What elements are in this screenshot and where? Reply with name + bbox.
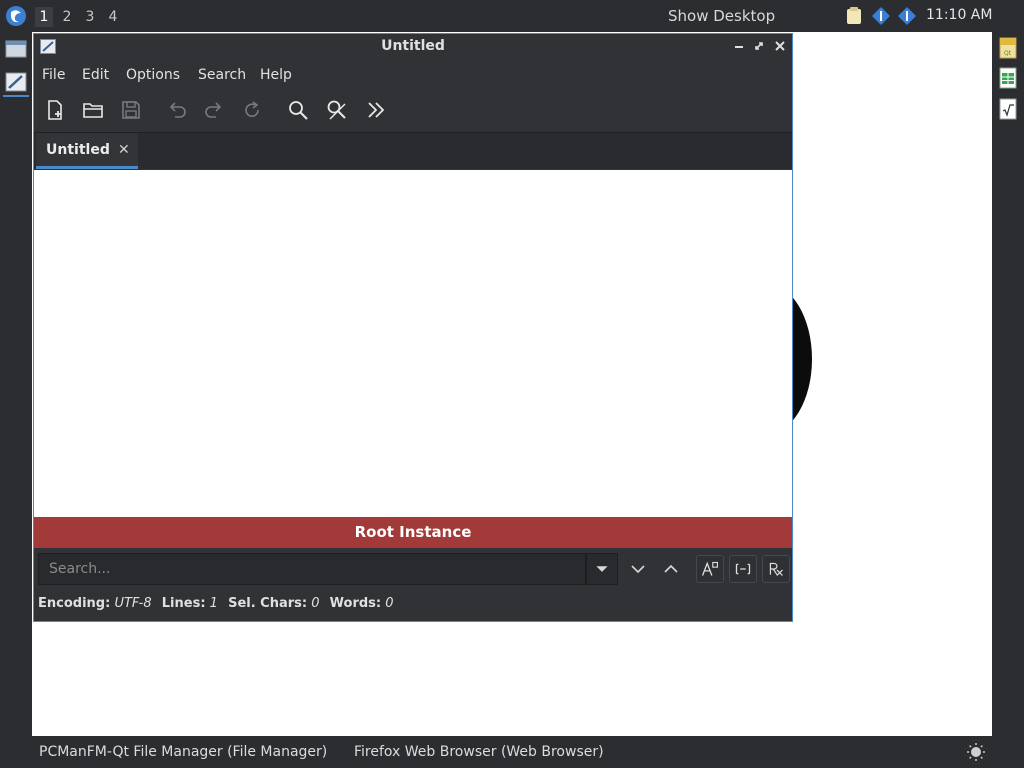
whole-word-icon[interactable] <box>729 555 757 583</box>
menu-edit[interactable]: Edit <box>82 67 109 83</box>
editor-window: Untitled File Edit Options Search Help U… <box>33 33 793 622</box>
save-icon[interactable] <box>120 99 142 121</box>
workspace-3-button[interactable]: 3 <box>81 7 99 27</box>
words-label: Words: <box>329 596 382 611</box>
clipboard-icon[interactable] <box>844 6 864 26</box>
sel-chars-value: 0 <box>311 596 320 611</box>
lines-value: 1 <box>209 596 218 611</box>
previous-icon[interactable] <box>657 555 685 583</box>
search-input[interactable] <box>39 554 585 584</box>
text-editor-icon[interactable] <box>5 72 27 92</box>
search-field[interactable] <box>38 553 586 585</box>
menu-search[interactable]: Search <box>198 67 246 83</box>
menu-bar: File Edit Options Search Help <box>34 60 792 90</box>
tab-label: Untitled <box>46 142 110 158</box>
top-panel: 1 2 3 4 Show Desktop 11:10 AM <box>0 0 1024 32</box>
sel-chars-label: Sel. Chars: <box>228 596 308 611</box>
left-launcher <box>0 32 32 736</box>
text-editor-area[interactable] <box>34 170 792 517</box>
tab-bar: Untitled ✕ <box>34 132 792 169</box>
update-icon[interactable] <box>897 6 917 26</box>
active-indicator <box>3 95 29 97</box>
spreadsheet-icon[interactable] <box>999 67 1017 89</box>
start-menu-icon[interactable] <box>4 4 28 28</box>
tab-untitled[interactable]: Untitled ✕ <box>36 133 138 169</box>
words-value: 0 <box>385 596 394 611</box>
find-icon[interactable] <box>287 99 309 121</box>
status-bar: Encoding: UTF-8 Lines: 1 Sel. Chars: 0 W… <box>38 596 400 611</box>
new-file-icon[interactable] <box>44 99 66 121</box>
taskbar: PCManFM-Qt File Manager (File Manager) F… <box>0 736 1024 768</box>
menu-options[interactable]: Options <box>126 67 180 83</box>
encoding-label: Encoding: <box>38 596 111 611</box>
clock[interactable]: 11:10 AM <box>926 7 992 23</box>
undo-icon[interactable] <box>166 99 188 121</box>
match-case-icon[interactable] <box>696 555 724 583</box>
show-desktop-button[interactable]: Show Desktop <box>668 7 775 25</box>
task-firefox[interactable]: Firefox Web Browser (Web Browser) <box>354 744 604 760</box>
qt-designer-icon[interactable]: Qt <box>999 37 1017 59</box>
tab-close-icon[interactable]: ✕ <box>118 142 130 158</box>
dropdown-icon[interactable] <box>586 553 618 585</box>
menu-help[interactable]: Help <box>260 67 292 83</box>
regex-icon[interactable] <box>762 555 790 583</box>
workspace-4-button[interactable]: 4 <box>104 7 122 27</box>
next-icon[interactable] <box>624 555 652 583</box>
title-bar[interactable]: Untitled <box>34 34 792 60</box>
replace-icon[interactable] <box>326 99 348 121</box>
close-icon[interactable] <box>773 39 787 53</box>
search-bar <box>34 548 792 592</box>
workspace-1-button[interactable]: 1 <box>35 7 53 27</box>
reload-icon[interactable] <box>241 99 263 121</box>
network-icon[interactable] <box>871 6 891 26</box>
svg-text:Qt: Qt <box>1004 50 1012 57</box>
task-file-manager[interactable]: PCManFM-Qt File Manager (File Manager) <box>39 744 327 760</box>
more-icon[interactable] <box>365 99 387 121</box>
root-instance-banner: Root Instance <box>34 517 792 548</box>
window-title: Untitled <box>381 38 445 54</box>
open-folder-icon[interactable] <box>82 99 104 121</box>
math-formula-icon[interactable] <box>999 98 1017 120</box>
menu-file[interactable]: File <box>42 67 65 83</box>
toolbar <box>34 90 792 130</box>
tab-active-indicator <box>36 166 138 169</box>
power-icon[interactable] <box>966 742 986 762</box>
window-icon[interactable] <box>5 39 27 59</box>
right-launcher: Qt <box>992 32 1024 736</box>
lines-label: Lines: <box>161 596 206 611</box>
encoding-value: UTF-8 <box>114 596 152 611</box>
workspace-2-button[interactable]: 2 <box>58 7 76 27</box>
minimize-icon[interactable] <box>732 39 746 53</box>
maximize-icon[interactable] <box>752 39 766 53</box>
redo-icon[interactable] <box>203 99 225 121</box>
